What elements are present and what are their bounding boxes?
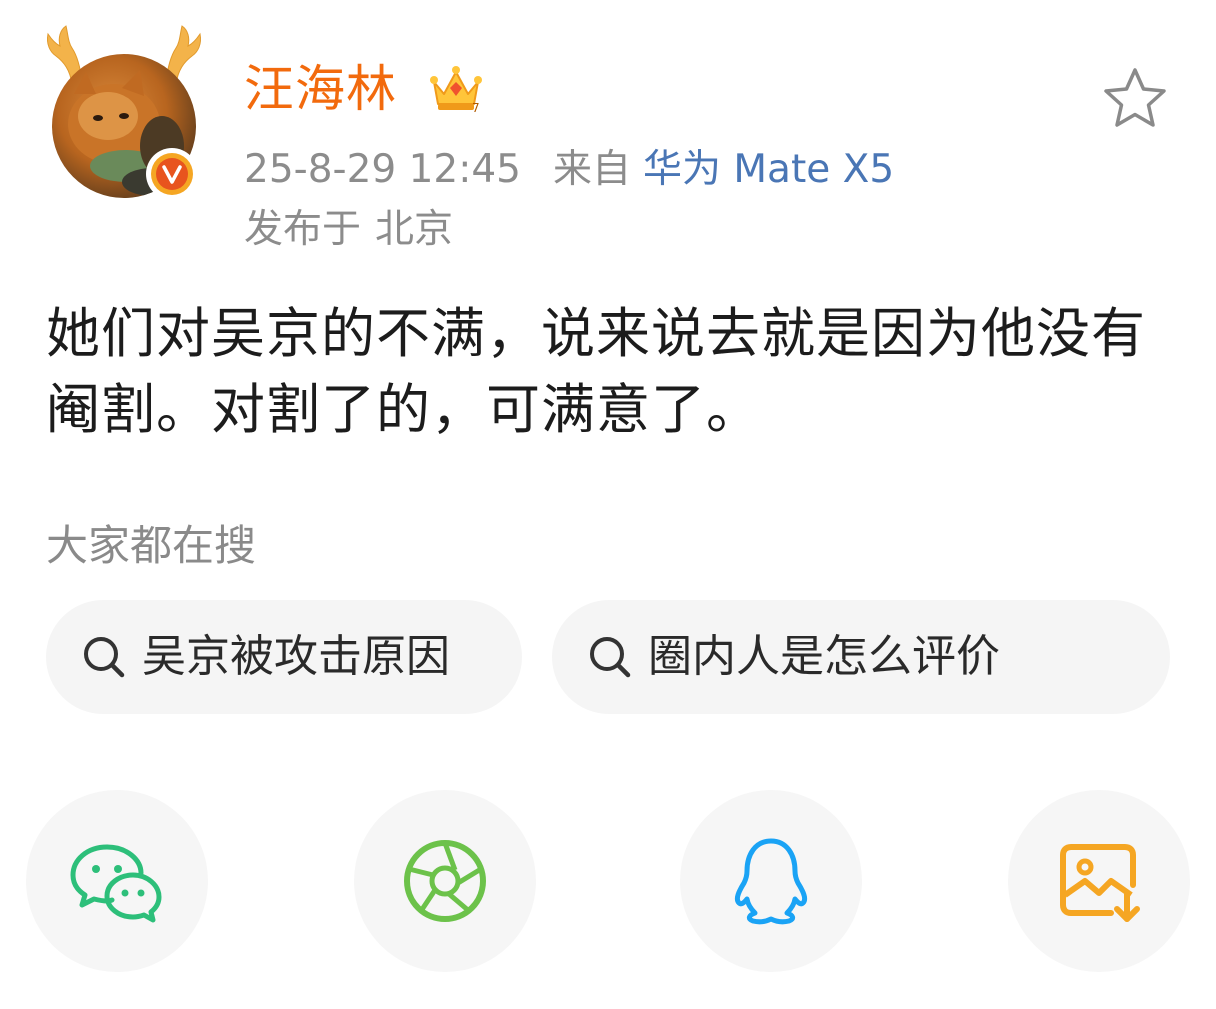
source-prefix: 来自 (553, 147, 632, 192)
aperture-icon (404, 840, 486, 922)
post-meta: 25-8-29 12:45 来自 华为 Mate X5 (244, 144, 894, 196)
search-icon (84, 637, 125, 678)
verified-badge-icon (146, 148, 198, 200)
post-time: 25-8-29 12:45 (244, 147, 521, 192)
share-moments-button[interactable] (354, 790, 536, 972)
post-location: 发布于 北京 (244, 204, 453, 256)
source-device-link[interactable]: 华为 Mate X5 (643, 147, 894, 192)
author-avatar-block[interactable] (42, 24, 212, 204)
location-prefix: 发布于 (244, 207, 362, 252)
svg-text:7: 7 (472, 101, 480, 115)
search-section-title: 大家都在搜 (46, 521, 257, 570)
star-outline-icon[interactable] (1100, 64, 1170, 134)
search-suggestion-label: 圈内人是怎么评价 (648, 631, 1000, 682)
save-image-icon (1060, 844, 1140, 922)
post-text: 她们对吴京的不满，说来说去就是因为他没有阉割。对割了的，可满意了。 (46, 302, 1146, 441)
share-qq-button[interactable] (680, 790, 862, 972)
search-suggestion-label: 吴京被攻击原因 (142, 631, 450, 682)
qq-penguin-icon (734, 838, 808, 925)
author-name[interactable]: 汪海林 (244, 54, 397, 124)
share-wechat-button[interactable] (26, 790, 208, 972)
location-city: 北京 (375, 207, 454, 252)
search-suggestion-chip[interactable]: 吴京被攻击原因 (46, 600, 522, 714)
search-suggestion-chip[interactable]: 圈内人是怎么评价 (552, 600, 1170, 714)
search-icon (590, 637, 631, 678)
crown-icon: 7 (430, 66, 482, 115)
share-save-image-button[interactable] (1008, 790, 1190, 972)
wechat-icon (70, 844, 162, 923)
